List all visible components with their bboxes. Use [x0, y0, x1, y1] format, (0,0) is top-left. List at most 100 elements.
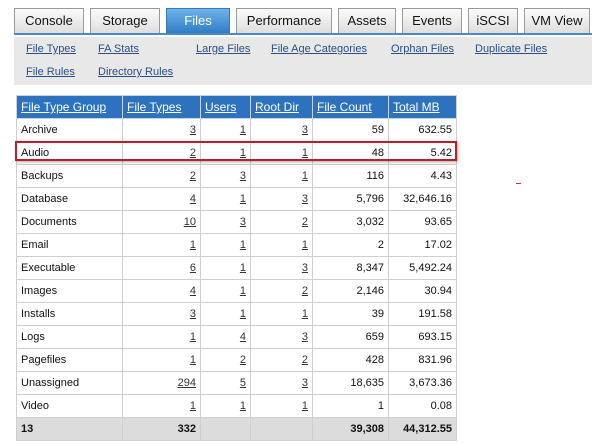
cell-users-link[interactable]: 4 — [200, 325, 251, 349]
total-file-types: 332 — [122, 417, 201, 441]
header-total-mb[interactable]: Total MB — [388, 95, 457, 119]
total-users — [200, 417, 251, 441]
total-file-count: 39,308 — [312, 417, 389, 441]
cell-users-link[interactable]: 1 — [200, 394, 251, 418]
cell-total-mb: 0.08 — [388, 394, 457, 418]
link-file-rules[interactable]: File Rules — [26, 66, 75, 78]
header-root-dir[interactable]: Root Dir — [250, 95, 313, 119]
cell-group: Pagefiles — [16, 348, 123, 372]
cell-users-link[interactable]: 1 — [200, 256, 251, 280]
cell-file-types-link[interactable]: 2 — [122, 141, 201, 165]
tab-performance[interactable]: Performance — [236, 8, 332, 33]
cell-file-count: 3,032 — [312, 210, 389, 234]
cell-root-dir-link[interactable]: 3 — [250, 118, 313, 142]
tab-events[interactable]: Events — [402, 8, 462, 33]
cell-file-count: 1 — [312, 394, 389, 418]
cell-root-dir-link[interactable]: 1 — [250, 233, 313, 257]
header-users[interactable]: Users — [200, 95, 251, 119]
cell-total-mb: 4.43 — [388, 164, 457, 188]
cell-root-dir-link[interactable]: 1 — [250, 141, 313, 165]
cell-file-types-link[interactable]: 4 — [122, 187, 201, 211]
cell-total-mb: 191.58 — [388, 302, 457, 326]
cell-group: Archive — [16, 118, 123, 142]
cell-total-mb: 17.02 — [388, 233, 457, 257]
cell-group: Unassigned — [16, 371, 123, 395]
header-file-types[interactable]: File Types — [122, 95, 201, 119]
cell-users-link[interactable]: 2 — [200, 348, 251, 372]
cell-users-link[interactable]: 1 — [200, 302, 251, 326]
cell-group: Images — [16, 279, 123, 303]
cell-file-types-link[interactable]: 294 — [122, 371, 201, 395]
cell-file-types-link[interactable]: 2 — [122, 164, 201, 188]
cell-root-dir-link[interactable]: 2 — [250, 279, 313, 303]
cell-users-link[interactable]: 3 — [200, 210, 251, 234]
cell-group: Email — [16, 233, 123, 257]
cell-total-mb: 632.55 — [388, 118, 457, 142]
cell-root-dir-link[interactable]: 1 — [250, 394, 313, 418]
link-orphan-files[interactable]: Orphan Files — [391, 43, 454, 55]
table-row: Archive 3 1 3 59 632.55 — [16, 118, 457, 142]
cell-users-link[interactable]: 3 — [200, 164, 251, 188]
tab-storage[interactable]: Storage — [90, 8, 160, 33]
cell-file-count: 2 — [312, 233, 389, 257]
cell-file-count: 18,635 — [312, 371, 389, 395]
cell-users-link[interactable]: 1 — [200, 141, 251, 165]
table-row: Video 1 1 1 1 0.08 — [16, 394, 457, 418]
cell-users-link[interactable]: 1 — [200, 187, 251, 211]
cell-file-types-link[interactable]: 3 — [122, 302, 201, 326]
table-row: Images 4 1 2 2,146 30.94 — [16, 279, 457, 303]
sub-navigation: File Types FA Stats Large Files File Age… — [14, 37, 592, 85]
cell-group: Video — [16, 394, 123, 418]
cell-users-link[interactable]: 1 — [200, 233, 251, 257]
header-file-count[interactable]: File Count — [312, 95, 389, 119]
cell-total-mb: 30.94 — [388, 279, 457, 303]
cell-group: Audio — [16, 141, 123, 165]
cell-total-mb: 32,646.16 — [388, 187, 457, 211]
link-file-types[interactable]: File Types — [26, 43, 76, 55]
cell-total-mb: 5,492.24 — [388, 256, 457, 280]
cell-file-types-link[interactable]: 3 — [122, 118, 201, 142]
cell-file-types-link[interactable]: 1 — [122, 325, 201, 349]
link-duplicate-files[interactable]: Duplicate Files — [475, 43, 547, 55]
cell-users-link[interactable]: 1 — [200, 118, 251, 142]
tab-iscsi[interactable]: iSCSI — [468, 8, 518, 33]
cell-root-dir-link[interactable]: 3 — [250, 256, 313, 280]
tab-files[interactable]: Files — [166, 8, 230, 33]
tab-console[interactable]: Console — [14, 8, 84, 33]
total-mb: 44,312.55 — [388, 417, 457, 441]
cell-root-dir-link[interactable]: 2 — [250, 348, 313, 372]
link-file-age-categories[interactable]: File Age Categories — [271, 43, 367, 55]
tab-assets[interactable]: Assets — [338, 8, 396, 33]
cell-file-types-link[interactable]: 1 — [122, 233, 201, 257]
cell-root-dir-link[interactable]: 3 — [250, 325, 313, 349]
file-type-table: File Type Group File Types Users Root Di… — [16, 95, 457, 441]
tab-vm-view[interactable]: VM View — [524, 8, 590, 33]
link-fa-stats[interactable]: FA Stats — [98, 43, 139, 55]
cell-file-count: 59 — [312, 118, 389, 142]
cell-users-link[interactable]: 1 — [200, 279, 251, 303]
cell-file-types-link[interactable]: 1 — [122, 394, 201, 418]
red-mark — [516, 183, 521, 184]
cell-file-types-link[interactable]: 1 — [122, 348, 201, 372]
totals-row: 13 332 39,308 44,312.55 — [16, 417, 457, 441]
header-file-type-group[interactable]: File Type Group — [16, 95, 123, 119]
cell-root-dir-link[interactable]: 3 — [250, 371, 313, 395]
cell-root-dir-link[interactable]: 1 — [250, 302, 313, 326]
cell-root-dir-link[interactable]: 1 — [250, 164, 313, 188]
cell-root-dir-link[interactable]: 3 — [250, 187, 313, 211]
cell-group: Logs — [16, 325, 123, 349]
cell-group: Database — [16, 187, 123, 211]
cell-file-types-link[interactable]: 10 — [122, 210, 201, 234]
table-row: Backups 2 3 1 116 4.43 — [16, 164, 457, 188]
cell-total-mb: 693.15 — [388, 325, 457, 349]
table-row: Audio 2 1 1 48 5.42 — [16, 141, 457, 165]
table-row: Executable 6 1 3 8,347 5,492.24 — [16, 256, 457, 280]
cell-file-types-link[interactable]: 4 — [122, 279, 201, 303]
cell-total-mb: 93.65 — [388, 210, 457, 234]
cell-root-dir-link[interactable]: 2 — [250, 210, 313, 234]
link-large-files[interactable]: Large Files — [196, 43, 250, 55]
cell-users-link[interactable]: 5 — [200, 371, 251, 395]
table-row: Database 4 1 3 5,796 32,646.16 — [16, 187, 457, 211]
link-directory-rules[interactable]: Directory Rules — [98, 66, 173, 78]
cell-file-types-link[interactable]: 6 — [122, 256, 201, 280]
